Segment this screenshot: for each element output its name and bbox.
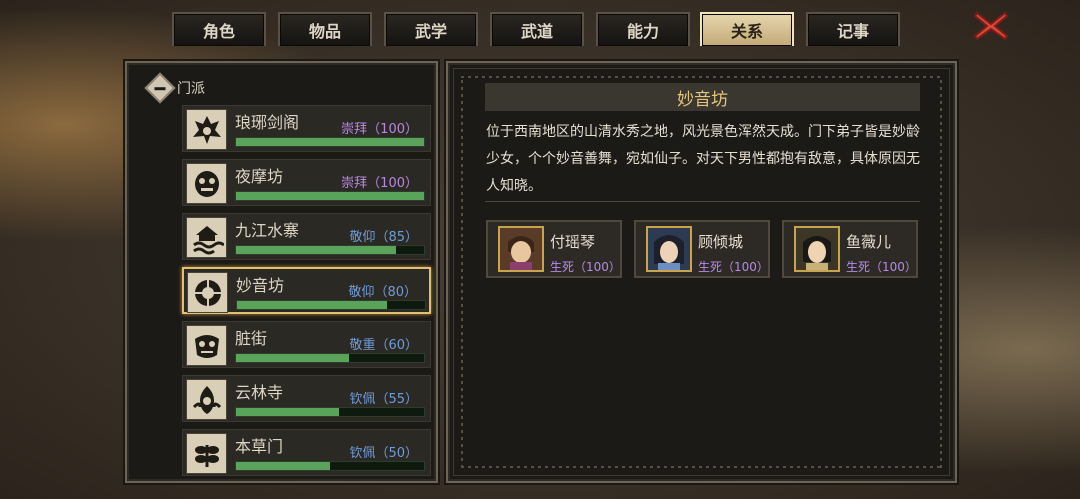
relation-bar — [235, 245, 425, 255]
relation-bar — [235, 353, 425, 363]
tab-martial-arts[interactable]: 武学 — [384, 12, 478, 46]
faction-detail-panel: 妙音坊 位于西南地区的山清水秀之地，风光景色浑然天成。门下弟子皆是妙龄少女，个个… — [446, 61, 957, 483]
cloud-temple-emblem-icon — [186, 379, 227, 420]
faction-item-langya[interactable]: 琅琊剑阁 崇拜（100） — [182, 105, 431, 152]
faction-relation: 钦佩（55） — [349, 392, 418, 407]
faction-name: 脏街 — [235, 329, 268, 348]
faction-name: 妙音坊 — [236, 276, 285, 295]
relation-bar — [236, 300, 426, 310]
faction-relation: 崇拜（100） — [341, 122, 418, 137]
dirty-street-emblem-icon — [186, 325, 227, 366]
relation-bar — [235, 137, 425, 147]
character-portrait-icon — [794, 226, 840, 272]
faction-item-zangjie[interactable]: 脏街 敬重（60） — [182, 321, 431, 368]
faction-item-yemo[interactable]: 夜摩坊 崇拜（100） — [182, 159, 431, 206]
character-portrait-icon — [498, 226, 544, 272]
member-name: 付瑶琴 — [550, 233, 596, 251]
tab-items[interactable]: 物品 — [278, 12, 372, 46]
music-workshop-emblem-icon — [187, 272, 228, 313]
close-button[interactable] — [972, 8, 1010, 44]
herb-sect-emblem-icon — [186, 433, 227, 474]
faction-item-yunlin[interactable]: 云林寺 钦佩（55） — [182, 375, 431, 422]
faction-relation: 敬仰（85） — [349, 230, 418, 245]
faction-item-miaoyin[interactable]: 妙音坊 敬仰（80） — [182, 267, 431, 314]
relation-bar — [235, 407, 425, 417]
night-demon-emblem-icon — [186, 163, 227, 204]
faction-relation: 钦佩（50） — [349, 446, 418, 461]
faction-name: 夜摩坊 — [235, 167, 284, 186]
faction-list-panel: 门派 琅琊剑阁 崇拜（100） 夜摩坊 崇拜（100） 九江水寨 敬仰（85） … — [125, 61, 438, 483]
faction-name: 本草门 — [235, 437, 284, 456]
sword-pavilion-emblem-icon — [186, 109, 227, 150]
faction-relation: 崇拜（100） — [341, 176, 418, 191]
member-card[interactable]: 顾倾城 生死（100） — [634, 220, 770, 278]
relation-bar — [235, 461, 425, 471]
faction-item-bencao[interactable]: 本草门 钦佩（50） — [182, 429, 431, 476]
faction-name: 琅琊剑阁 — [235, 113, 300, 132]
faction-group-header[interactable]: 门派 — [144, 72, 205, 104]
member-card[interactable]: 鱼薇儿 生死（100） — [782, 220, 918, 278]
tab-martial-way[interactable]: 武道 — [490, 12, 584, 46]
character-portrait-icon — [646, 226, 692, 272]
faction-title: 妙音坊 — [485, 83, 920, 111]
divider — [485, 201, 920, 202]
tab-character[interactable]: 角色 — [172, 12, 266, 46]
relation-bar — [235, 191, 425, 201]
member-relation: 生死（100） — [846, 260, 917, 274]
member-name: 鱼薇儿 — [846, 233, 892, 251]
faction-relation: 敬仰（80） — [348, 285, 417, 300]
tab-journal[interactable]: 记事 — [806, 12, 900, 46]
faction-description: 位于西南地区的山清水秀之地，风光景色浑然天成。门下弟子皆是妙龄少女，个个妙音善舞… — [486, 124, 920, 194]
close-x-icon — [973, 11, 1009, 41]
group-label: 门派 — [177, 81, 205, 97]
tab-abilities[interactable]: 能力 — [596, 12, 690, 46]
member-relation: 生死（100） — [550, 260, 621, 274]
faction-name: 九江水寨 — [235, 221, 300, 240]
faction-item-jiujiang[interactable]: 九江水寨 敬仰（85） — [182, 213, 431, 260]
faction-name: 云林寺 — [235, 383, 284, 402]
water-fort-emblem-icon — [186, 217, 227, 258]
member-card[interactable]: 付瑶琴 生死（100） — [486, 220, 622, 278]
tab-relations[interactable]: 关系 — [700, 12, 794, 46]
member-relation: 生死（100） — [698, 260, 769, 274]
faction-relation: 敬重（60） — [349, 338, 418, 353]
minus-diamond-icon[interactable] — [144, 72, 176, 104]
member-name: 顾倾城 — [698, 233, 744, 251]
